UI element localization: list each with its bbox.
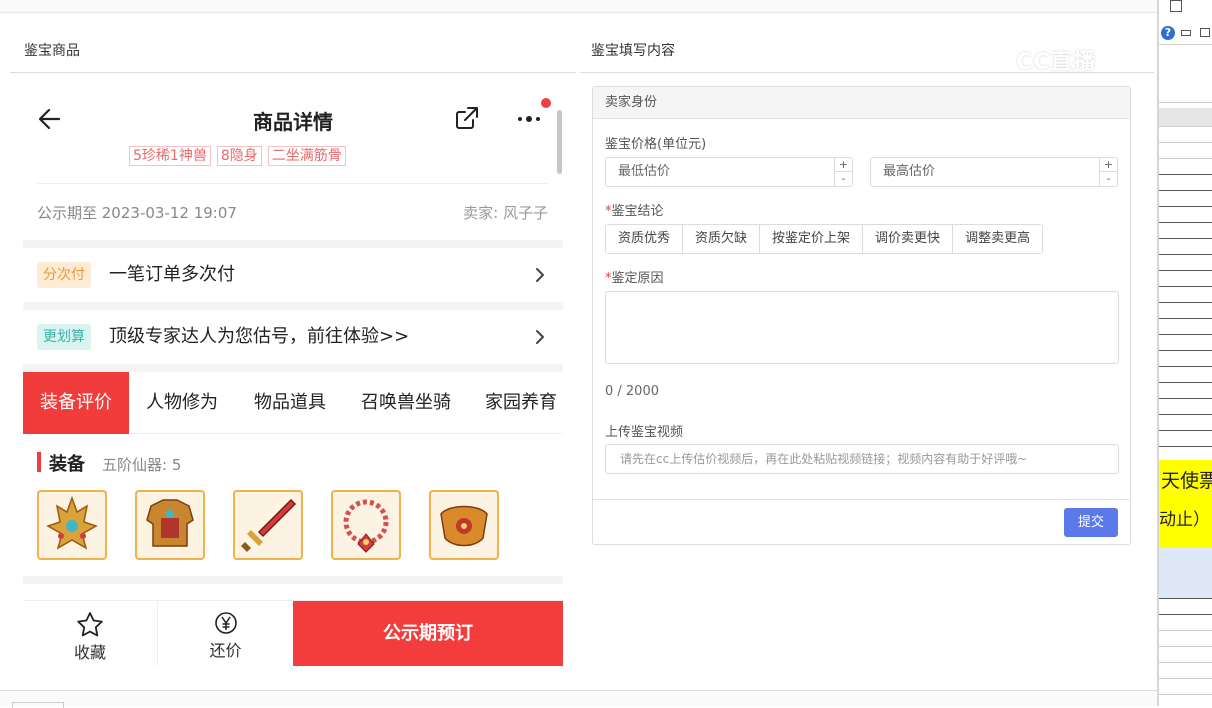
appraisal-form: 卖家身份 鉴宝价格(单位元) 最低估价 + - 最高估价 + - *鉴宝结论 资质优… bbox=[592, 86, 1131, 545]
form-header: 卖家身份 bbox=[593, 87, 1130, 119]
necklace-icon[interactable] bbox=[331, 490, 401, 560]
option-excellent[interactable]: 资质优秀 bbox=[606, 225, 684, 253]
sword-icon[interactable] bbox=[233, 490, 303, 560]
min-price-stepper[interactable]: + - bbox=[834, 158, 852, 186]
conclusion-label-row: *鉴宝结论 bbox=[605, 200, 664, 219]
minimize-icon[interactable] bbox=[1181, 30, 1191, 36]
valuation-badge: 更划算 bbox=[37, 324, 91, 350]
plus-icon[interactable]: + bbox=[1100, 158, 1117, 172]
seller-name: 卖家: 风子子 bbox=[463, 204, 548, 222]
equipment-subtitle: 五阶仙器: 5 bbox=[102, 456, 182, 474]
armor-icon[interactable] bbox=[135, 490, 205, 560]
bargain-label: 还价 bbox=[209, 641, 242, 660]
reason-label: 鉴定原因 bbox=[611, 271, 664, 286]
conclusion-options: 资质优秀 资质欠缺 按鉴定价上架 调价卖更快 调整卖更高 bbox=[605, 224, 1044, 254]
divider bbox=[23, 302, 563, 310]
equipment-title: 装备 bbox=[49, 454, 85, 475]
left-section-title: 鉴宝商品 bbox=[24, 43, 80, 59]
bargain-button[interactable]: 还价 bbox=[158, 601, 293, 666]
divider bbox=[1159, 102, 1212, 103]
max-price-placeholder: 最高估价 bbox=[883, 164, 936, 179]
option-sell-higher[interactable]: 调整卖更高 bbox=[953, 225, 1043, 253]
divider bbox=[1159, 44, 1212, 45]
tag: 二坐满筋骨 bbox=[267, 146, 346, 166]
option-sell-faster[interactable]: 调价卖更快 bbox=[863, 225, 954, 253]
share-icon[interactable] bbox=[454, 105, 480, 131]
installment-badge: 分次付 bbox=[37, 262, 91, 288]
min-price-placeholder: 最低估价 bbox=[618, 164, 671, 179]
notification-dot bbox=[541, 98, 551, 108]
bottom-action-bar: 收藏 还价 公示期预订 bbox=[23, 600, 563, 666]
yen-icon bbox=[214, 612, 237, 634]
minus-icon[interactable]: - bbox=[1100, 172, 1117, 186]
tab-equipment[interactable]: 装备评价 bbox=[23, 372, 129, 434]
top-bar bbox=[0, 0, 1157, 13]
divider bbox=[23, 576, 563, 584]
minus-icon[interactable]: - bbox=[835, 172, 852, 186]
help-icon[interactable]: ? bbox=[1161, 26, 1175, 40]
publish-time: 公示期至 2023-03-12 19:07 bbox=[37, 204, 237, 222]
page-title: 商品详情 bbox=[253, 110, 333, 134]
max-price-input[interactable]: 最高估价 + - bbox=[870, 157, 1118, 187]
phone-header: 商品详情 bbox=[23, 88, 563, 146]
belt-icon[interactable] bbox=[429, 490, 499, 560]
min-price-input[interactable]: 最低估价 + - bbox=[605, 157, 853, 187]
sheet-text: 动止） bbox=[1159, 510, 1210, 530]
option-list-at-price[interactable]: 按鉴定价上架 bbox=[760, 225, 864, 253]
divider bbox=[23, 364, 563, 372]
tab-pets[interactable]: 召唤兽坐骑 bbox=[349, 372, 463, 434]
phone-preview: 商品详情 5珍稀1神兽 8隐身 二坐满筋骨 公示期至 2023-03-12 19… bbox=[23, 88, 563, 666]
tag: 5珍稀1神兽 bbox=[129, 146, 211, 166]
option-lacking[interactable]: 资质欠缺 bbox=[683, 225, 761, 253]
sheet-header bbox=[1159, 108, 1212, 126]
reason-label-row: *鉴定原因 bbox=[605, 267, 664, 286]
selected-cells bbox=[1159, 548, 1212, 598]
reserve-button[interactable]: 公示期预订 bbox=[293, 601, 563, 666]
divider bbox=[593, 499, 1130, 500]
favorite-button[interactable]: 收藏 bbox=[23, 601, 157, 666]
valuation-row[interactable]: 更划算 顶级专家达人为您估号，前往体验>> bbox=[23, 310, 563, 364]
tab-character[interactable]: 人物修为 bbox=[133, 372, 231, 434]
crown-icon[interactable] bbox=[37, 490, 107, 560]
footer-button[interactable] bbox=[12, 702, 64, 708]
valuation-text: 顶级专家达人为您估号，前往体验>> bbox=[109, 326, 410, 347]
installment-text: 一笔订单多次付 bbox=[109, 264, 235, 285]
watermark: CC直播 bbox=[1016, 50, 1097, 75]
footer-bar bbox=[0, 690, 1157, 706]
star-icon bbox=[77, 612, 103, 637]
plus-icon[interactable]: + bbox=[835, 158, 852, 172]
tab-home[interactable]: 家园养育 bbox=[475, 372, 563, 434]
right-section-title: 鉴宝填写内容 bbox=[591, 43, 675, 59]
left-section-header: 鉴宝商品 bbox=[10, 13, 576, 73]
background-window: ? 天使票 动止） bbox=[1157, 0, 1212, 706]
max-price-stepper[interactable]: + - bbox=[1099, 158, 1117, 186]
submit-button[interactable]: 提交 bbox=[1064, 508, 1118, 537]
tab-bar: 装备评价 人物修为 物品道具 召唤兽坐骑 家园养育 bbox=[23, 372, 563, 434]
chevron-right-icon bbox=[536, 268, 544, 282]
reason-textarea[interactable] bbox=[605, 291, 1119, 364]
video-link-input[interactable]: 请先在cc上传估价视频后，再在此处粘贴视频链接；视频内容有助于好评哦~ bbox=[605, 444, 1119, 474]
chevron-right-icon bbox=[536, 330, 544, 344]
installment-row[interactable]: 分次付 一笔订单多次付 bbox=[23, 248, 563, 302]
char-counter: 0 / 2000 bbox=[605, 384, 659, 399]
more-icon[interactable] bbox=[515, 106, 549, 132]
sheet-text: 天使票 bbox=[1161, 470, 1212, 492]
scrollbar[interactable] bbox=[557, 110, 562, 174]
restore-icon[interactable] bbox=[1200, 28, 1210, 37]
tag-list: 5珍稀1神兽 8隐身 二坐满筋骨 bbox=[129, 146, 346, 166]
checkbox[interactable] bbox=[1170, 0, 1182, 12]
section-marker bbox=[37, 452, 41, 472]
price-label: 鉴宝价格(单位元) bbox=[605, 137, 707, 152]
favorite-label: 收藏 bbox=[73, 643, 106, 662]
divider bbox=[23, 240, 563, 248]
video-label: 上传鉴宝视频 bbox=[605, 425, 684, 440]
tag: 8隐身 bbox=[216, 146, 262, 166]
conclusion-label: 鉴宝结论 bbox=[611, 204, 664, 219]
back-arrow-icon[interactable] bbox=[37, 106, 63, 132]
divider bbox=[37, 183, 549, 184]
tab-items[interactable]: 物品道具 bbox=[241, 372, 339, 434]
